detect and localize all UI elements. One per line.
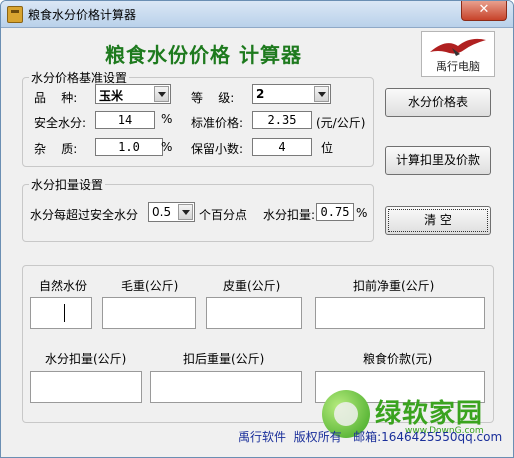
grain-price-label: 粮食价款(元) — [363, 352, 433, 366]
tare-weight-label: 皮重(公斤) — [223, 279, 281, 293]
close-button[interactable]: ✕ — [461, 1, 507, 21]
gross-weight-input[interactable] — [102, 297, 196, 329]
std-price-input[interactable]: 2.35 — [252, 111, 312, 129]
moisture-deduct-label: 水分扣量(公斤) — [45, 352, 127, 366]
chevron-down-icon[interactable] — [314, 86, 329, 102]
natural-moisture-input[interactable] — [30, 297, 92, 329]
impurity-label: 杂 质: — [34, 142, 78, 156]
safe-moisture-label: 安全水分: — [34, 116, 87, 130]
title-bar[interactable]: 粮食水分价格计算器 ✕ — [1, 1, 513, 28]
over-value: 0.5 — [152, 205, 172, 219]
gross-weight-label: 毛重(公斤) — [121, 279, 179, 293]
moisture-deduct-output — [30, 371, 142, 403]
over-unit: 个百分点 — [199, 208, 248, 222]
eagle-icon — [430, 38, 486, 56]
natural-moisture-label: 自然水份 — [39, 279, 88, 293]
std-price-label: 标准价格: — [191, 116, 244, 130]
tare-weight-input[interactable] — [206, 297, 302, 329]
grade-label: 等 级: — [191, 91, 235, 105]
over-select[interactable]: 0.5 — [148, 202, 195, 222]
window-title: 粮食水分价格计算器 — [28, 8, 137, 22]
variety-select[interactable]: 玉米 — [95, 84, 171, 104]
app-window: 粮食水分价格计算器 ✕ 粮食水份价格 计算器 禹行电脑 水分价格基准设置 品 种… — [0, 0, 514, 458]
deduct-input[interactable]: 0.75 — [316, 203, 354, 221]
std-price-unit: (元/公斤) — [316, 116, 366, 130]
watermark-text: 绿软家园 — [375, 399, 484, 429]
impurity-unit: % — [161, 140, 173, 154]
clear-button[interactable]: 清 空 — [385, 206, 491, 235]
footer-copyright: 禹行软件 版权所有 邮箱:1646425550qq.com — [238, 430, 503, 444]
post-weight-label: 扣后重量(公斤) — [183, 352, 265, 366]
safe-moisture-unit: % — [161, 112, 173, 126]
app-icon — [7, 6, 23, 23]
logo-text: 禹行电脑 — [436, 60, 480, 73]
decimals-unit: 位 — [321, 141, 334, 155]
logo: 禹行电脑 — [421, 31, 495, 77]
variety-label: 品 种: — [34, 91, 78, 105]
grade-select[interactable]: 2 — [252, 84, 331, 104]
pre-net-weight-output — [315, 297, 485, 329]
text-cursor — [64, 304, 65, 322]
deduct-label: 水分扣量: — [263, 208, 316, 222]
variety-value: 玉米 — [99, 89, 124, 103]
price-table-button[interactable]: 水分价格表 — [385, 88, 491, 117]
grade-value: 2 — [256, 87, 265, 101]
over-label: 水分每超过安全水分 — [30, 208, 139, 222]
deduction-legend: 水分扣量设置 — [31, 178, 104, 192]
calculate-button[interactable]: 计算扣里及价款 — [385, 146, 491, 175]
chevron-down-icon[interactable] — [178, 204, 193, 220]
pre-net-weight-label: 扣前净重(公斤) — [353, 279, 435, 293]
decimals-label: 保留小数: — [191, 142, 244, 156]
deduct-unit: % — [356, 206, 368, 220]
page-title: 粮食水份价格 计算器 — [105, 43, 302, 67]
safe-moisture-input[interactable]: 14 — [95, 111, 155, 129]
decimals-input[interactable]: 4 — [252, 138, 312, 156]
post-weight-output — [150, 371, 302, 403]
chevron-down-icon[interactable] — [154, 86, 169, 102]
impurity-input[interactable]: 1.0 — [95, 138, 163, 156]
